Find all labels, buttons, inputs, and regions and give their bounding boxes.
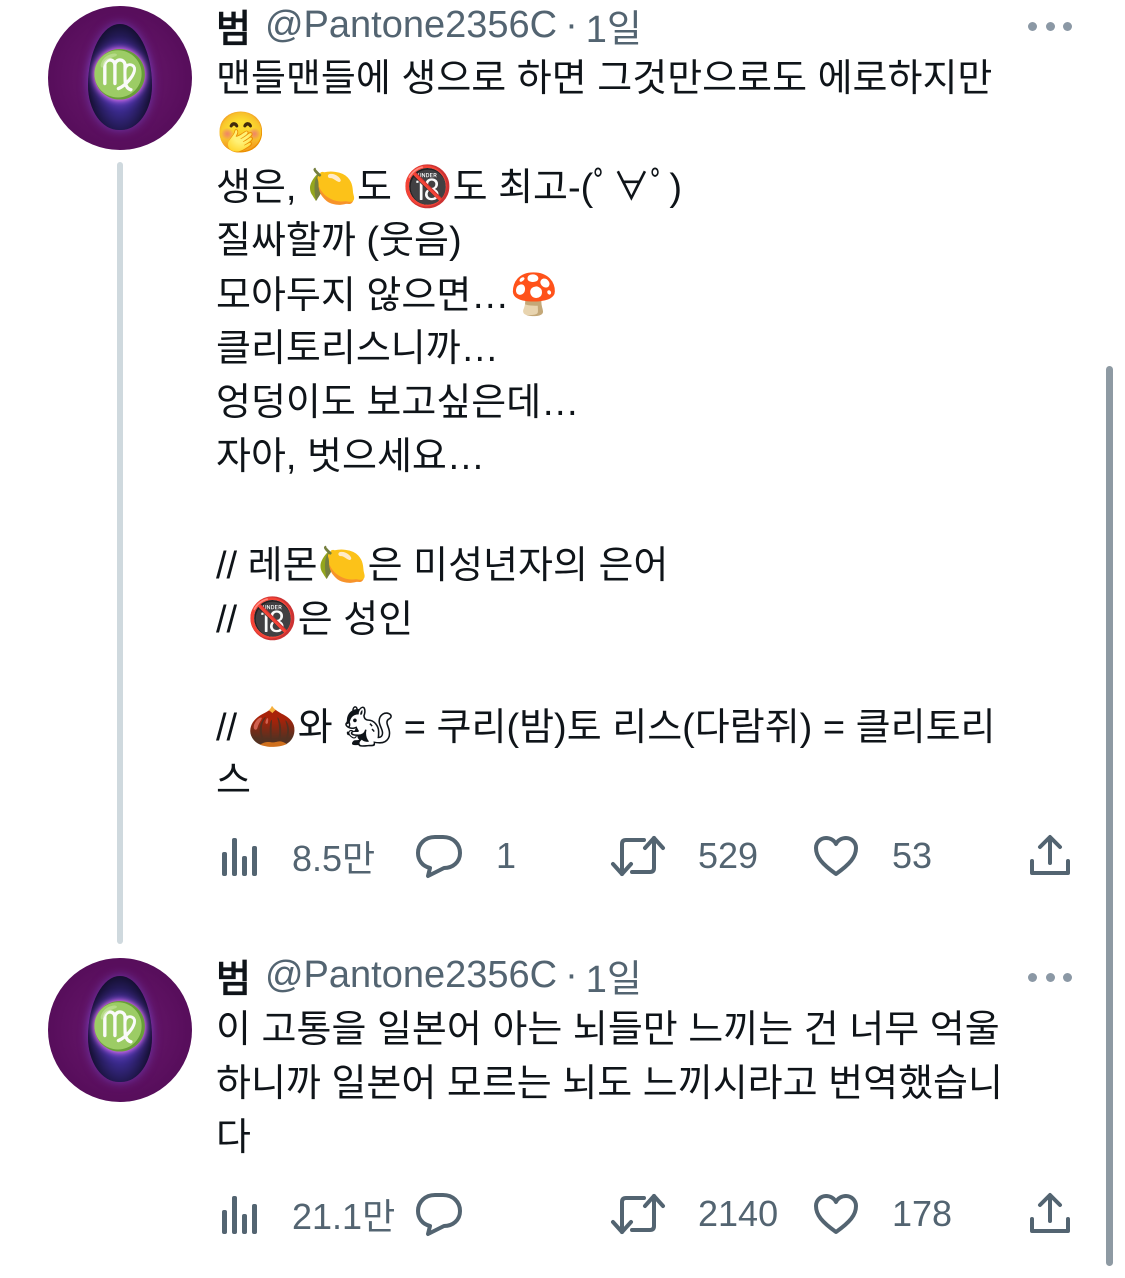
tweet-line: 엉덩이도 보고싶은데… — [216, 382, 580, 424]
tweet-line: 다 — [216, 1117, 251, 1159]
views-count: 8.5만 — [292, 838, 376, 879]
share-button[interactable] — [1028, 826, 1072, 886]
display-name[interactable]: 범 — [216, 948, 251, 1003]
mushroom-emoji-icon: 🍄 — [509, 272, 560, 318]
tweet[interactable]: ♍ 범 @Pantone2356C · 1일 이 고통을 일본어 아는 뇌들만 … — [0, 940, 1125, 1278]
display-name[interactable]: 범 — [216, 0, 251, 53]
tweet-text: 이 고통을 일본어 아는 뇌들만 느끼는 건 너무 억울 하니까 일본어 모르는… — [216, 1003, 1096, 1165]
action-bar: 21.1만 2140 178 — [216, 1184, 1086, 1244]
user-handle[interactable]: @Pantone2356C — [265, 954, 557, 997]
heart-icon — [814, 1194, 858, 1234]
views-button[interactable]: 8.5만 — [220, 826, 375, 886]
more-options-icon[interactable] — [1028, 967, 1072, 987]
tweet-header: 범 @Pantone2356C · 1일 — [216, 948, 642, 1003]
tweet-line: 생은, 🍋도 🔞도 최고-(ﾟ∀ﾟ) — [216, 160, 1096, 214]
retweet-count: 529 — [698, 835, 759, 876]
chipmunk-emoji-icon: 🐿 — [343, 704, 394, 750]
bar-chart-icon — [222, 838, 257, 876]
speech-bubble-icon — [416, 1193, 462, 1236]
separator-dot: · — [565, 953, 578, 996]
virgo-glyph-icon: ♍ — [91, 999, 149, 1053]
tweet-line: 클리토리스니까… — [216, 328, 499, 370]
chestnut-emoji-icon: 🌰 — [247, 704, 298, 750]
share-upload-icon — [1030, 1193, 1070, 1233]
reply-count: 1 — [496, 835, 517, 876]
tweet-line: 질싸할까 (웃음) — [216, 220, 462, 262]
lemon-emoji-icon: 🍋 — [317, 542, 368, 588]
separator-dot: · — [565, 3, 578, 46]
reply-button[interactable] — [414, 1184, 496, 1244]
tweet-line: // 🔞은 성인 — [216, 592, 1096, 646]
like-count: 178 — [892, 1193, 953, 1234]
share-button[interactable] — [1028, 1184, 1072, 1244]
like-button[interactable]: 178 — [812, 1184, 952, 1244]
tweet-line: 🤭 — [216, 106, 1096, 160]
tweet[interactable]: ♍ 범 @Pantone2356C · 1일 맨들맨들에 생으로 하면 그것만으… — [0, 0, 1125, 944]
scrollbar[interactable] — [1106, 366, 1113, 1266]
like-button[interactable]: 53 — [812, 826, 932, 886]
views-count: 21.1만 — [292, 1196, 396, 1237]
timestamp[interactable]: 1일 — [586, 948, 642, 1003]
retweet-icon — [611, 1194, 665, 1234]
tweet-line: // 🌰와 🐿 = 쿠리(밤)토 리스(다람쥐) = 클리토리 — [216, 700, 1096, 754]
thread-connector-line — [117, 162, 123, 944]
tweet-line: 모아두지 않으면…🍄 — [216, 268, 1096, 322]
speech-bubble-icon — [416, 835, 462, 878]
tweet-text: 맨들맨들에 생으로 하면 그것만으로도 에로하지만 🤭 생은, 🍋도 🔞도 최고… — [216, 52, 1096, 808]
like-count: 53 — [892, 835, 933, 876]
tweet-line: // 레몬🍋은 미성년자의 은어 — [216, 538, 1096, 592]
tweet-line: 자아, 벗으세요… — [216, 436, 485, 478]
more-options-icon[interactable] — [1028, 16, 1072, 36]
retweet-button[interactable]: 2140 — [610, 1184, 778, 1244]
no-under-18-emoji-icon: 🔞 — [247, 596, 298, 642]
timestamp[interactable]: 1일 — [586, 0, 642, 53]
lemon-emoji-icon: 🍋 — [307, 164, 357, 210]
avatar[interactable]: ♍ — [48, 958, 192, 1102]
no-under-18-emoji-icon: 🔞 — [402, 164, 453, 210]
user-handle[interactable]: @Pantone2356C — [265, 4, 557, 47]
action-bar: 8.5만 1 529 53 — [216, 826, 1086, 886]
reply-button[interactable]: 1 — [414, 826, 516, 886]
retweet-icon — [611, 836, 665, 876]
retweet-count: 2140 — [698, 1193, 779, 1234]
hand-over-mouth-emoji-icon: 🤭 — [216, 110, 266, 156]
tweet-line: 맨들맨들에 생으로 하면 그것만으로도 에로하지만 — [216, 58, 993, 100]
bar-chart-icon — [222, 1196, 257, 1234]
avatar[interactable]: ♍ — [48, 6, 192, 150]
tweet-line: 이 고통을 일본어 아는 뇌들만 느끼는 건 너무 억울 — [216, 1009, 1000, 1051]
heart-icon — [814, 836, 858, 876]
virgo-glyph-icon: ♍ — [91, 47, 149, 101]
retweet-button[interactable]: 529 — [610, 826, 758, 886]
tweet-line: 하니까 일본어 모르는 뇌도 느끼시라고 번역했습니 — [216, 1063, 1003, 1105]
tweet-line: 스 — [216, 760, 251, 802]
share-upload-icon — [1030, 835, 1070, 875]
tweet-header: 범 @Pantone2356C · 1일 — [216, 0, 642, 53]
views-button[interactable]: 21.1만 — [220, 1184, 395, 1244]
